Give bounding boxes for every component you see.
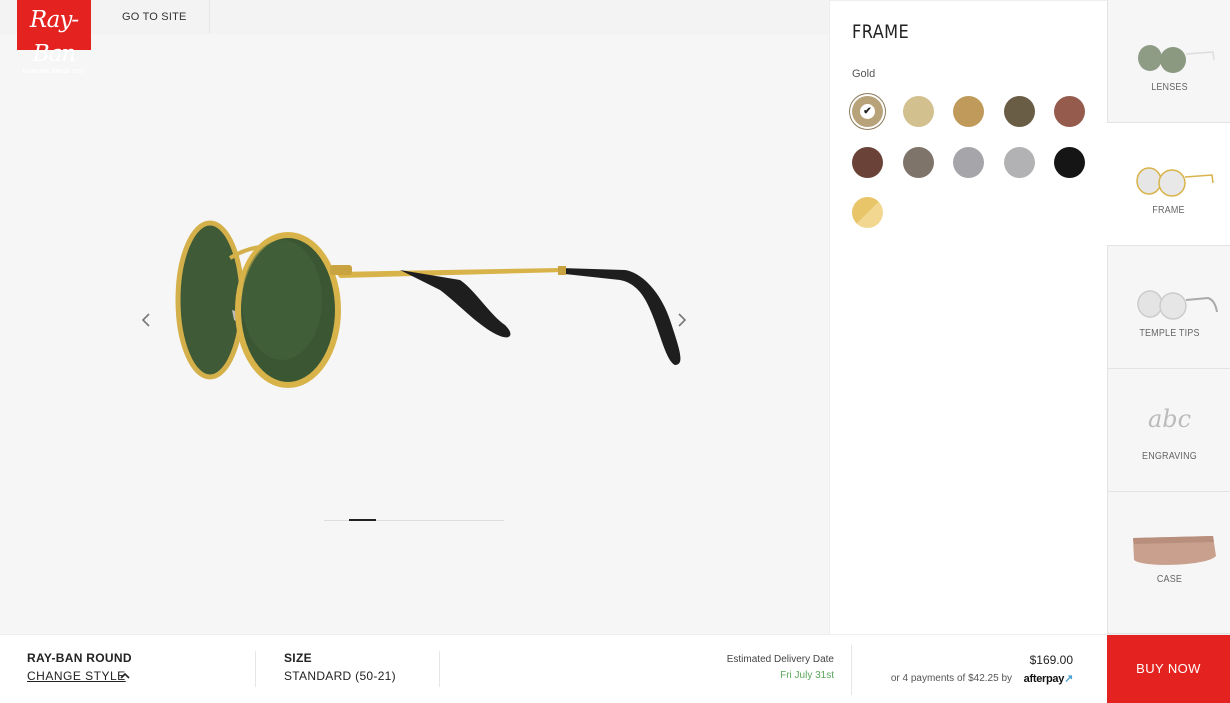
engraving-icon: abc bbox=[1147, 405, 1192, 433]
afterpay-text: afterpay bbox=[1023, 673, 1065, 685]
bottom-bar: RAY-BAN ROUND CHANGE STYLE SIZE STANDARD… bbox=[0, 634, 1230, 703]
size-label: SIZE bbox=[284, 651, 312, 665]
color-swatch[interactable] bbox=[953, 146, 984, 178]
chevron-up-icon[interactable] bbox=[119, 669, 131, 683]
tab-label-engraving: ENGRAVING bbox=[1142, 451, 1197, 462]
afterpay-logo: afterpay↗ bbox=[1023, 673, 1074, 685]
carousel-active-segment bbox=[349, 519, 376, 521]
model-name: RAY-BAN ROUND bbox=[27, 651, 132, 665]
tab-label-temple-tips: TEMPLE TIPS bbox=[1139, 328, 1200, 339]
rayban-logo[interactable]: Ray-Ban GENUINE SINCE 1937 bbox=[17, 0, 91, 75]
tab-engraving[interactable]: abc ENGRAVING bbox=[1107, 369, 1230, 492]
price: $169.00 bbox=[1029, 653, 1073, 667]
logo-tagline: GENUINE SINCE 1937 bbox=[22, 69, 86, 75]
tab-label-case: CASE bbox=[1156, 574, 1183, 585]
color-swatch[interactable] bbox=[902, 146, 934, 178]
product-viewer: Ray-Ban GENUINE SINCE 1937 GO TO SITE bbox=[0, 0, 829, 634]
sunglasses-image bbox=[175, 220, 681, 388]
tab-frame[interactable]: FRAME bbox=[1107, 123, 1230, 246]
tab-label-frame: FRAME bbox=[1152, 205, 1185, 216]
case-icon bbox=[1133, 536, 1216, 565]
bottom-divider bbox=[851, 645, 852, 695]
color-swatch[interactable] bbox=[1054, 96, 1085, 127]
delivery-date: Fri July 31st bbox=[780, 670, 834, 681]
tab-lenses[interactable]: LENSES bbox=[1107, 0, 1230, 123]
customization-tabs: LENSES FRAME TEMPLE TIPS abc ENGRAVING C… bbox=[1107, 0, 1230, 634]
color-swatch[interactable] bbox=[1003, 96, 1035, 127]
logo-text: Ray-Ban bbox=[29, 7, 79, 67]
color-swatch[interactable] bbox=[1054, 146, 1085, 178]
prev-arrow-icon[interactable] bbox=[139, 312, 153, 332]
color-swatch[interactable] bbox=[902, 96, 934, 127]
installments-text: or 4 payments of $42.25 by bbox=[890, 673, 1012, 684]
panel-title: FRAME bbox=[852, 21, 910, 43]
frame-options-panel: FRAME Gold ✔ bbox=[829, 0, 1107, 634]
tab-temple-tips[interactable]: TEMPLE TIPS bbox=[1107, 246, 1230, 369]
size-value: STANDARD (50-21) bbox=[284, 669, 396, 683]
tab-case[interactable]: CASE bbox=[1107, 492, 1230, 634]
checkmark-icon: ✔ bbox=[860, 104, 875, 119]
temple-tips-icon bbox=[1137, 290, 1218, 320]
frame-icon bbox=[1136, 167, 1214, 197]
color-swatch[interactable]: ✔ bbox=[852, 96, 883, 127]
color-swatch[interactable] bbox=[852, 146, 883, 178]
top-divider bbox=[209, 0, 210, 34]
go-to-site-link[interactable]: GO TO SITE bbox=[122, 11, 187, 23]
selected-color-label: Gold bbox=[852, 68, 876, 80]
bottom-divider bbox=[439, 651, 440, 687]
change-style-link[interactable]: CHANGE STYLE bbox=[27, 669, 126, 683]
bottom-divider bbox=[255, 651, 256, 687]
color-swatch[interactable] bbox=[1003, 146, 1035, 178]
delivery-label: Estimated Delivery Date bbox=[726, 654, 834, 665]
carousel-indicator[interactable] bbox=[324, 519, 504, 521]
color-swatch[interactable] bbox=[852, 197, 883, 228]
tab-label-lenses: LENSES bbox=[1151, 82, 1188, 93]
lenses-icon bbox=[1138, 45, 1215, 73]
buy-now-button[interactable]: BUY NOW bbox=[1107, 635, 1230, 703]
color-swatch[interactable] bbox=[953, 96, 984, 127]
